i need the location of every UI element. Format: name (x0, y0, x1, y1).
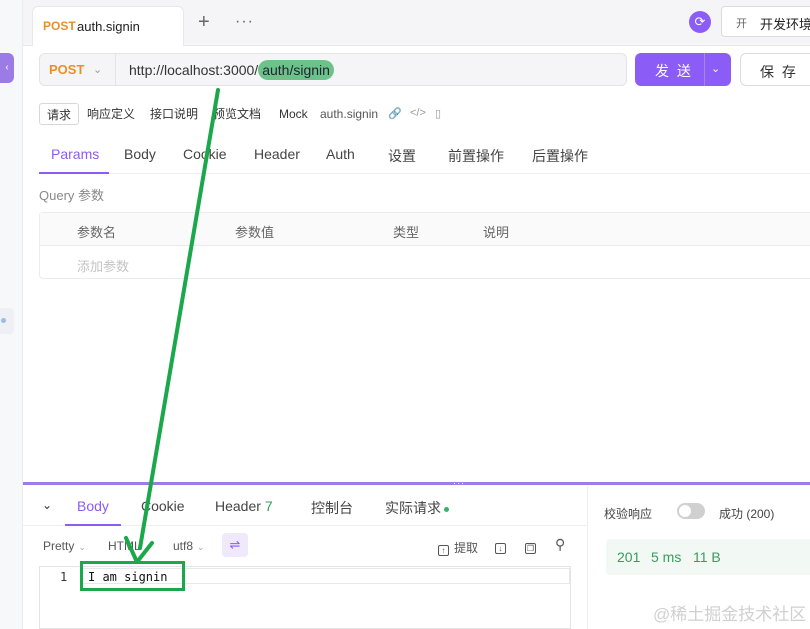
code-icon[interactable]: </> (410, 107, 426, 119)
send-options-chevron-icon[interactable]: ⌄ (711, 62, 720, 75)
active-resp-tab-indicator (65, 524, 121, 526)
subtab-preview-doc[interactable]: 预览文档 (213, 103, 261, 125)
environment-label: 开发环境 (760, 17, 810, 32)
chevron-down-icon: ⌄ (93, 64, 103, 76)
search-icon[interactable]: ⚲ (555, 536, 565, 553)
tab-pre-operations[interactable]: 前置操作 (448, 146, 504, 166)
copy-icon[interactable]: ❐ (525, 539, 541, 554)
query-params-label: Query 参数 (39, 188, 105, 203)
content-type-select[interactable]: HTML ⌄ (108, 539, 152, 553)
pretty-select[interactable]: Pretty ⌄ (43, 539, 86, 553)
tab-title: auth.signin (77, 19, 140, 34)
header-count-badge: 7 (264, 498, 273, 514)
resp-tab-actual-request[interactable]: 实际请求 (385, 498, 449, 518)
tab-post-operations[interactable]: 后置操作 (532, 146, 588, 166)
annotation-highlight-box (80, 561, 185, 591)
url-path-highlight: auth/signin (258, 60, 334, 80)
left-sidebar-strip: ‹ (0, 0, 23, 629)
sidebar-indicator[interactable] (0, 308, 14, 334)
encoding-label: utf8 (173, 539, 194, 553)
status-dot (444, 506, 449, 512)
chevron-down-icon: ⌄ (144, 542, 153, 552)
sync-icon[interactable]: ⟳ (689, 11, 711, 33)
pane-resize-handle[interactable] (23, 482, 810, 485)
params-table: 参数名 参数值 类型 说明 添加参数 (39, 212, 810, 279)
response-metrics: 201 5 ms 11 B (606, 539, 810, 575)
response-tabs: ⌄ Body Cookie Header 7 控制台 实际请求 (23, 486, 587, 526)
link-icon[interactable]: 🔗 (388, 107, 402, 120)
resp-tab-cookie[interactable]: Cookie (141, 498, 185, 514)
send-label: 发 送 (655, 63, 693, 79)
url-input[interactable]: http://localhost:3000/auth/signin (129, 60, 334, 80)
encoding-select[interactable]: utf8 ⌄ (173, 539, 205, 553)
extract-button[interactable]: ↑ 提取 (438, 539, 478, 556)
validate-response-toggle[interactable] (677, 503, 705, 519)
tab-method: POST (43, 19, 76, 33)
tab-bar: POST auth.signin + ··· ⟳ 开 开发环境 (23, 0, 810, 46)
resp-tab-console[interactable]: 控制台 (311, 498, 353, 518)
send-button[interactable]: 发 送 ⌄ (635, 53, 731, 86)
method-label: POST (49, 62, 85, 77)
resp-tab-body[interactable]: Body (77, 498, 109, 514)
subtab-interface-description[interactable]: 接口说明 (150, 103, 198, 125)
collapse-response-icon[interactable]: ⌄ (42, 498, 52, 512)
copy-glyph: ❐ (525, 543, 536, 554)
validation-status: 成功 (200) (719, 507, 775, 521)
more-tabs-icon[interactable]: ··· (235, 12, 254, 32)
resp-tab-header[interactable]: Header 7 (215, 498, 273, 514)
subtab-request[interactable]: 请求 (39, 103, 80, 125)
response-size: 11 B (693, 549, 721, 565)
tab-params[interactable]: Params (51, 146, 99, 162)
url-base: http://localhost:3000/ (129, 62, 259, 78)
download-icon[interactable]: ↓ (495, 539, 511, 554)
tab-cookie[interactable]: Cookie (183, 146, 227, 162)
add-param-input[interactable]: 添加参数 (77, 256, 129, 275)
save-label: 保 存 (760, 64, 798, 80)
active-tab-indicator (39, 172, 109, 174)
interface-name: auth.signin (320, 107, 379, 121)
add-tab-button[interactable]: + (198, 12, 210, 32)
toggle-knob (679, 505, 691, 517)
chevron-down-icon: ⌄ (197, 542, 205, 552)
method-select[interactable]: POST ⌄ (40, 54, 116, 85)
validate-response-label: 校验响应 (604, 507, 653, 521)
chevron-down-icon: ⌄ (78, 542, 86, 552)
pretty-label: Pretty (43, 539, 75, 553)
response-time: 5 ms (651, 549, 682, 565)
response-validation-panel: 校验响应 成功 (200) 201 5 ms 11 B @稀土掘金技术社区 (587, 486, 810, 629)
save-button[interactable]: 保 存 (740, 53, 810, 86)
col-description: 说明 (483, 225, 510, 240)
indicator-dot (1, 318, 6, 323)
extract-label: 提取 (454, 541, 479, 555)
tab-auth-signin[interactable]: POST auth.signin (32, 6, 184, 46)
send-divider (704, 53, 705, 86)
extract-icon: ↑ (438, 545, 449, 556)
subtab-response-definition[interactable]: 响应定义 (87, 103, 135, 125)
col-type: 类型 (393, 225, 420, 240)
tab-body[interactable]: Body (124, 146, 156, 162)
subtab-mock[interactable]: Mock (279, 103, 308, 125)
col-param-value: 参数值 (235, 225, 275, 240)
col-param-name: 参数名 (77, 225, 117, 240)
resp-tab-header-label: Header (215, 498, 261, 514)
resp-tab-actual-label: 实际请求 (385, 500, 441, 516)
download-glyph: ↓ (495, 543, 506, 554)
content-type-label: HTML (108, 539, 141, 553)
layout-icon[interactable]: ▯ (435, 107, 441, 120)
params-table-header: 参数名 参数值 类型 说明 (40, 213, 810, 246)
status-code: 201 (617, 549, 641, 565)
environment-icon: 开 (736, 18, 747, 30)
tab-auth[interactable]: Auth (326, 146, 355, 162)
url-bar: POST ⌄ http://localhost:3000/auth/signin (39, 53, 627, 86)
environment-select[interactable]: 开 开发环境 (721, 6, 810, 37)
wrap-icon[interactable]: ⇌ (222, 533, 248, 557)
request-tabs: Params Body Cookie Header Auth 设置 前置操作 后… (39, 138, 810, 174)
tab-settings[interactable]: 设置 (388, 146, 416, 166)
watermark: @稀土掘金技术社区 (653, 605, 807, 624)
line-number: 1 (60, 570, 68, 584)
tab-header[interactable]: Header (254, 146, 300, 162)
collapse-sidebar-button[interactable]: ‹ (0, 53, 14, 83)
